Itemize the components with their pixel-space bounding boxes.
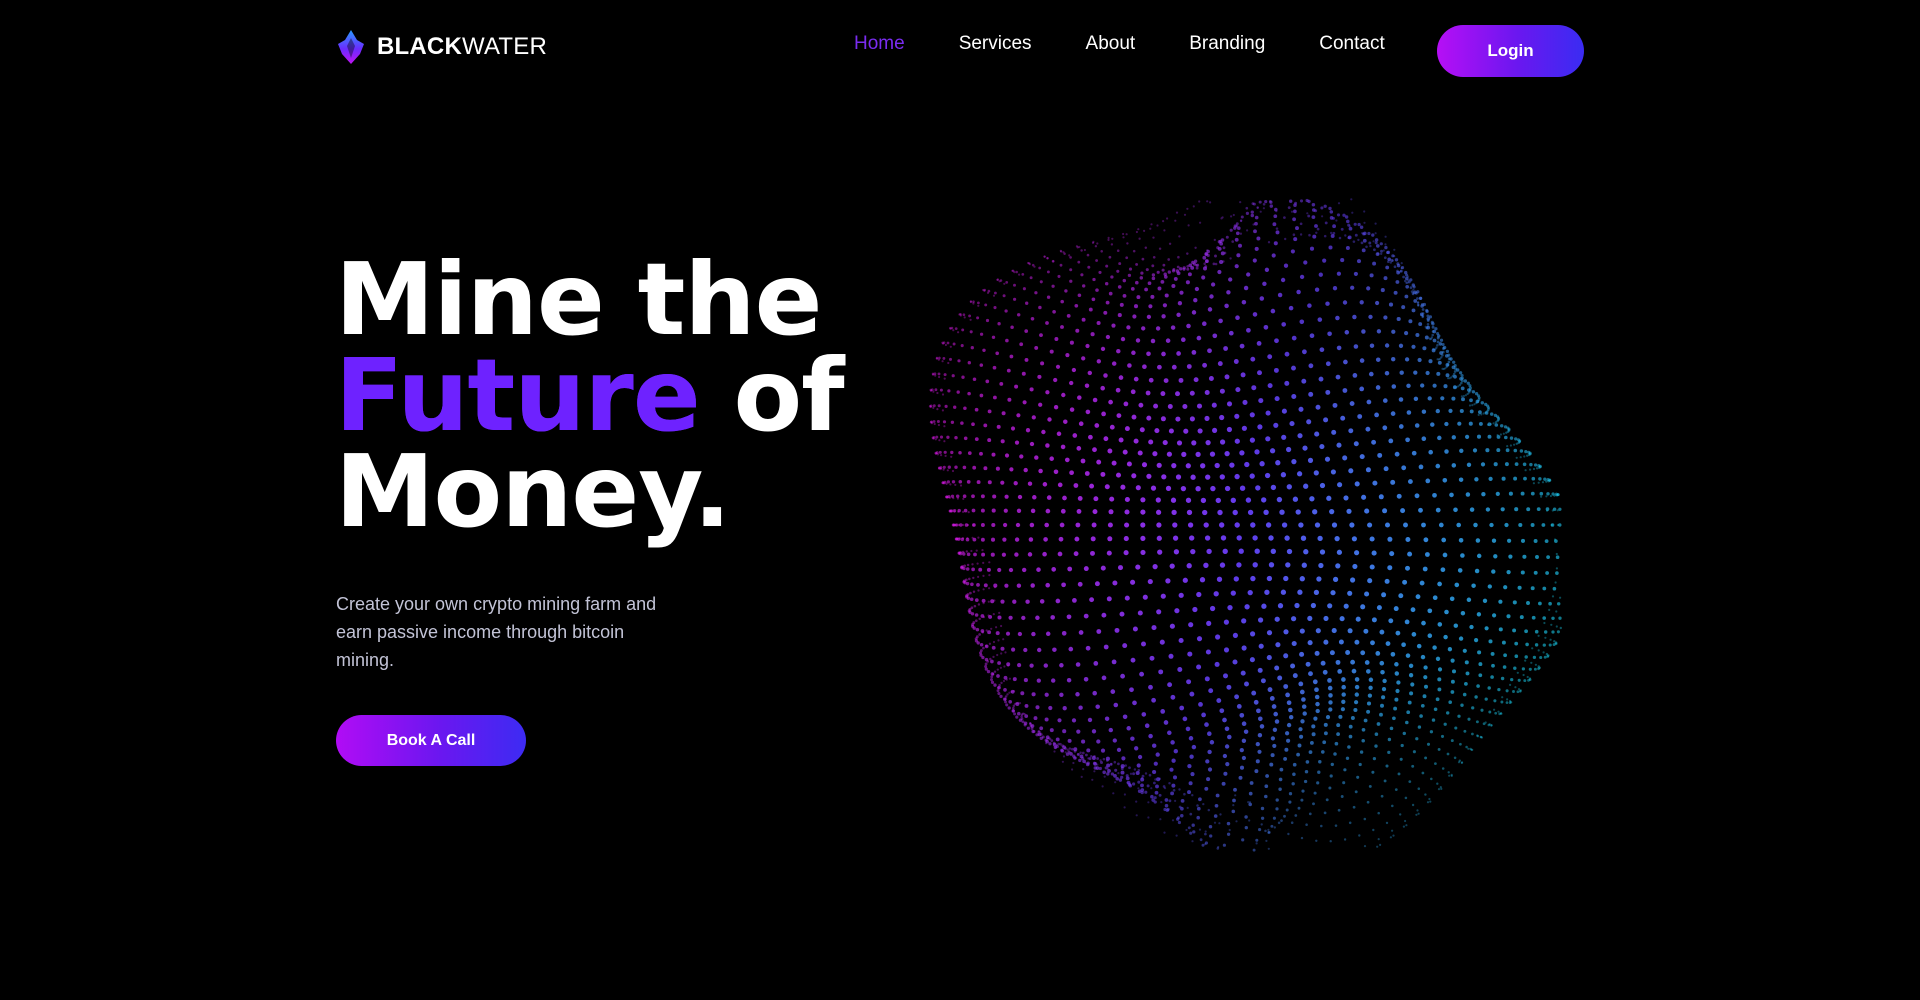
brand-logo[interactable]: BLACKWATER <box>335 28 547 66</box>
nav-contact[interactable]: Contact <box>1319 30 1384 58</box>
hero-title: Mine the Future of Money. <box>335 250 845 542</box>
hero-subtitle: Create your own crypto mining farm and e… <box>336 594 657 670</box>
brand-name: BLACKWATER <box>377 33 547 60</box>
nav-branding[interactable]: Branding <box>1189 30 1265 58</box>
particle-dots <box>928 198 1562 852</box>
main-menu: Home Services About Branding Contact <box>854 30 1385 58</box>
login-button[interactable]: Login <box>1437 25 1584 77</box>
landing-page: BLACKWATER Home Services About Branding … <box>0 0 1920 1000</box>
nav-services[interactable]: Services <box>959 30 1032 58</box>
nav-about[interactable]: About <box>1086 30 1136 58</box>
particle-sphere-illustration <box>928 198 1562 852</box>
book-call-button[interactable]: Book A Call <box>336 715 526 766</box>
top-navbar: BLACKWATER Home Services About Branding … <box>0 0 1920 100</box>
nav-home[interactable]: Home <box>854 30 905 58</box>
hero-title-line3: Money. <box>335 433 731 550</box>
flame-diamond-icon <box>338 30 364 64</box>
